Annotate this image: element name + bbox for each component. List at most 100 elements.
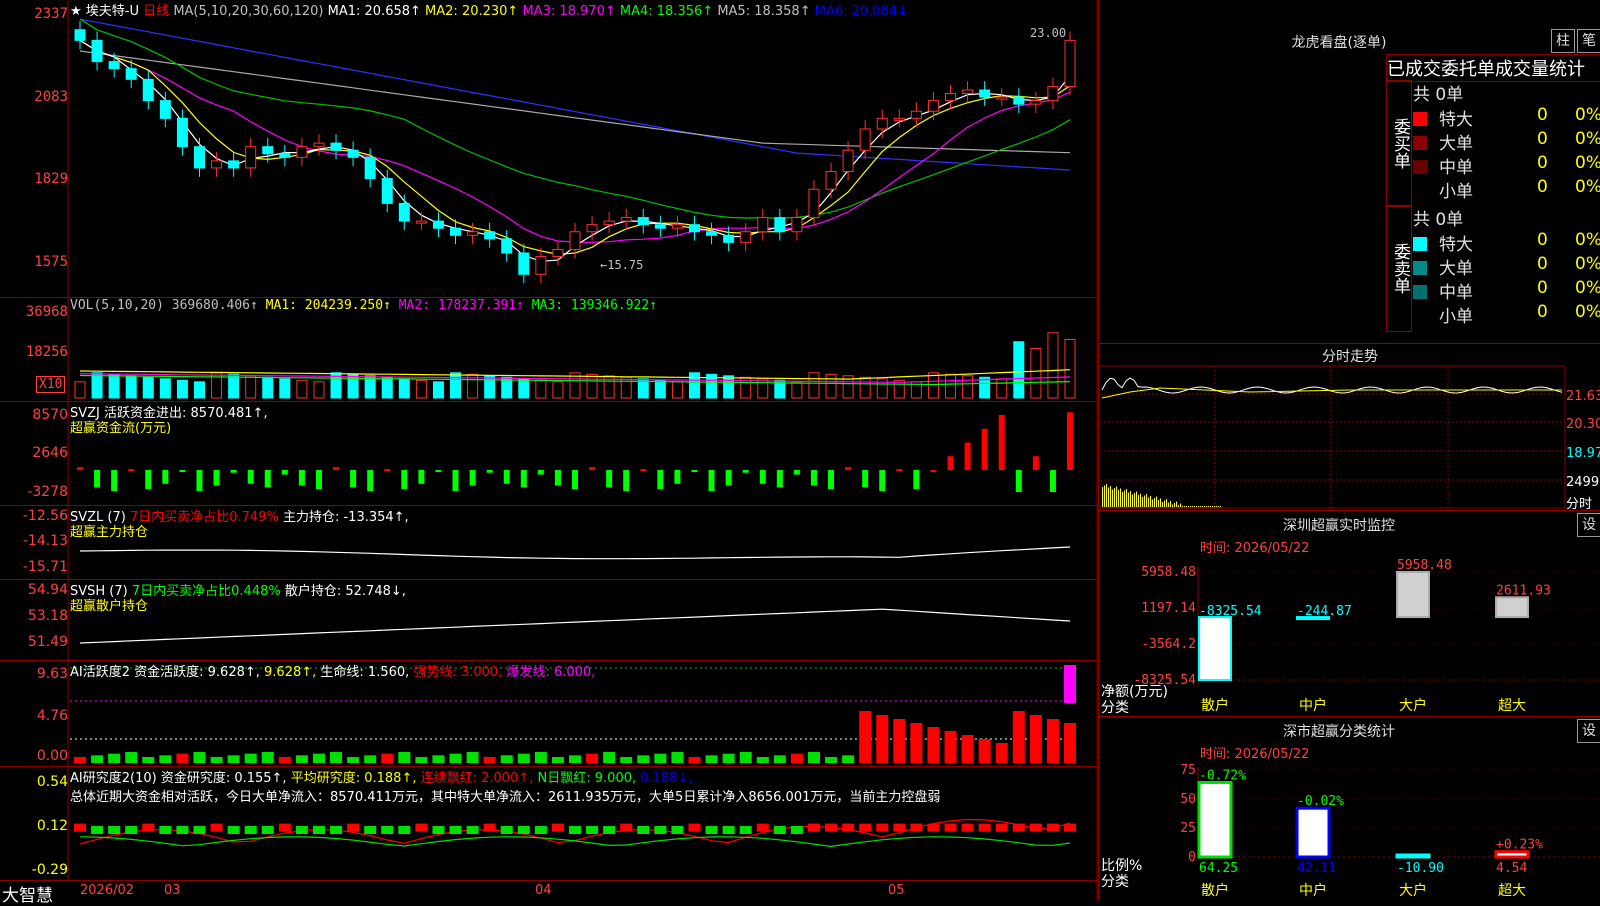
svsh-pct: 7日内买卖净占比0.448% — [131, 584, 281, 599]
order-row: 大单 0 0% — [1413, 254, 1600, 279]
y-tick: -0.29 — [31, 862, 68, 878]
settings-button[interactable]: 设 — [1577, 719, 1600, 743]
vol-ma3: MA3: 139346.922↑ — [531, 298, 658, 313]
svzj-panel[interactable]: SVZJ 活跃资金进出: 8570.481↑, 超赢资金流(万元) 8570 2… — [0, 401, 1098, 505]
svzl-panel[interactable]: SVZL (7) 7日内买卖净占比0.749% 主力持仓: -13.354↑, … — [0, 505, 1098, 579]
tick-view-button[interactable]: 笔 — [1577, 29, 1600, 53]
lhb-title: 龙虎看盘(逐单) — [1291, 35, 1387, 51]
y-tick: 53.18 — [27, 608, 68, 624]
ma5-value: MA5: 18.358↑ — [717, 4, 811, 19]
ai-research-panel[interactable]: AI研究度2(10) 资金研究度: 0.155↑, 平均研究度: 0.188↑,… — [0, 766, 1098, 880]
main-kline-panel[interactable]: ★ 埃夫特-U 日线 MA(5,10,20,30,60,120) MA1: 20… — [0, 0, 1098, 292]
order-row: 特大 0 0% — [1413, 230, 1600, 255]
ma6-value: MA6: 20.084↓ — [814, 4, 909, 19]
order-row: 中单 0 0% — [1413, 153, 1600, 178]
svsh-panel[interactable]: SVSH (7) 7日内买卖净占比0.448% 散户持仓: 52.748↓, 超… — [0, 579, 1098, 656]
order-count: 0 — [1537, 230, 1548, 250]
favorite-icon[interactable]: ★ — [70, 4, 82, 19]
x-tick: 2026/02 — [80, 883, 135, 898]
order-row: 特大 0 0% — [1413, 105, 1600, 130]
ai1-header: AI活跃度2 资金活跃度: 9.628↑, — [70, 665, 260, 680]
order-row: 中单 0 0% — [1413, 278, 1600, 303]
svzl-pct: 7日内买卖净占比0.749% — [129, 510, 279, 525]
order-size-label: 小单 — [1439, 182, 1473, 202]
legend-swatch — [1413, 261, 1427, 275]
sz1-side-label2: 分类 — [1101, 700, 1129, 716]
vol-ma1: MA1: 204239.250↑ — [265, 298, 391, 313]
y-tick: 0.00 — [36, 748, 68, 764]
legend-swatch — [1413, 184, 1427, 198]
order-size-label: 特大 — [1439, 235, 1473, 255]
order-pct: 0% — [1575, 153, 1600, 173]
svzl-hold: 主力持仓: -13.354↑, — [282, 510, 409, 525]
y-tick: 2083 — [34, 89, 68, 105]
volume-panel[interactable]: VOL(5,10,20) 369680.406↑ MA1: 204239.250… — [0, 297, 1098, 401]
ai1-life: 生命线: 1.560, — [320, 665, 410, 680]
low-price-value: 15.75 — [607, 258, 644, 272]
order-size-label: 特大 — [1439, 110, 1473, 130]
y-tick: -15.71 — [22, 559, 68, 575]
y-tick: -12.56 — [22, 508, 68, 524]
y-tick: -14.13 — [22, 533, 68, 549]
y-tick: 0.12 — [36, 818, 68, 834]
svsh-subtitle: 超赢散户持仓 — [70, 599, 149, 614]
sz-monitor-panel: 深圳超赢实时监控 设 时间: 2026/05/22 净额(万元) 分类 — [1098, 510, 1600, 716]
legend-swatch — [1413, 285, 1427, 299]
order-size-label: 中单 — [1439, 283, 1473, 303]
y-tick: 1575 — [34, 254, 68, 270]
svzl-subtitle: 超赢主力持仓 — [70, 525, 149, 540]
sz1-title: 深圳超赢实时监控 — [1283, 518, 1395, 534]
ai2-nred: N日飘红: 9.000, — [537, 771, 637, 786]
intraday-y-tick: 21.63 — [1566, 389, 1600, 404]
sz1-time: 时间: 2026/05/22 — [1200, 541, 1310, 556]
order-row: 小单 0 0% — [1413, 177, 1600, 202]
intraday-vol-tick: 24999 — [1566, 475, 1600, 490]
order-count: 0 — [1537, 153, 1548, 173]
time-axis: 大智慧 2026/02 03 04 05 — [0, 880, 1098, 906]
lhb-tab-strip[interactable]: 已成交委托单成交量统计 — [1386, 54, 1600, 82]
bar-view-button[interactable]: 柱 — [1551, 29, 1575, 53]
legend-swatch — [1413, 160, 1427, 174]
order-count: 0 — [1537, 177, 1548, 197]
order-count: 0 — [1537, 129, 1548, 149]
order-size-label: 中单 — [1439, 158, 1473, 178]
y-tick: 1829 — [34, 171, 68, 187]
order-count: 0 — [1537, 278, 1548, 298]
ai2-red: 连续飘红: 2.000↑, — [420, 771, 534, 786]
buy-label: 委买单 — [1386, 80, 1412, 207]
ai2-avg: 平均研究度: 0.188↑, — [290, 771, 417, 786]
ai1-strong: 强势线: 3.000, — [413, 665, 503, 680]
order-pct: 0% — [1575, 302, 1600, 322]
intraday-panel[interactable]: 分时走势 21.63 20.30 18.97 24999 分时 — [1098, 343, 1600, 512]
y-tick: 54.94 — [27, 582, 68, 598]
order-row: 大单 0 0% — [1413, 129, 1600, 154]
ai-activity-panel[interactable]: AI活跃度2 资金活跃度: 9.628↑, 9.628↑, 生命线: 1.560… — [0, 660, 1098, 766]
svsh-hold: 散户持仓: 52.748↓, — [284, 584, 406, 599]
sz2-title: 深市超赢分类统计 — [1283, 724, 1395, 740]
sz-classify-panel: 深市超赢分类统计 设 时间: 2026/05/22 比例% 分类 — [1098, 716, 1600, 901]
sell-total: 共 0单 — [1413, 210, 1464, 230]
order-size-label: 大单 — [1439, 259, 1473, 279]
x-tick: 03 — [164, 883, 181, 898]
y-tick: 2646 — [32, 445, 68, 461]
ma2-value: MA2: 20.230↑ — [425, 4, 519, 19]
vol-header: VOL(5,10,20) 369680.406↑ — [70, 298, 258, 313]
x-tick: 04 — [535, 883, 552, 898]
vol-ma2: MA2: 178237.391↑ — [398, 298, 524, 313]
y-tick: 4.76 — [36, 708, 68, 724]
order-pct: 0% — [1575, 230, 1600, 250]
ma3-value: MA3: 18.970↑ — [522, 4, 616, 19]
order-pct: 0% — [1575, 129, 1600, 149]
settings-button[interactable]: 设 — [1577, 513, 1600, 537]
period-label[interactable]: 日线 — [143, 4, 169, 19]
vol-unit-badge: X10 — [36, 376, 66, 393]
main-header: ★ 埃夫特-U 日线 MA(5,10,20,30,60,120) MA1: 20… — [70, 0, 908, 19]
legend-swatch — [1413, 136, 1427, 150]
legend-swatch — [1413, 237, 1427, 251]
y-tick: 9.63 — [36, 666, 68, 682]
order-row: 小单 0 0% — [1413, 302, 1600, 327]
order-pct: 0% — [1575, 105, 1600, 125]
ma-params: MA(5,10,20,30,60,120) — [173, 4, 324, 19]
y-tick: 2337 — [34, 6, 68, 22]
legend-swatch — [1413, 112, 1427, 126]
